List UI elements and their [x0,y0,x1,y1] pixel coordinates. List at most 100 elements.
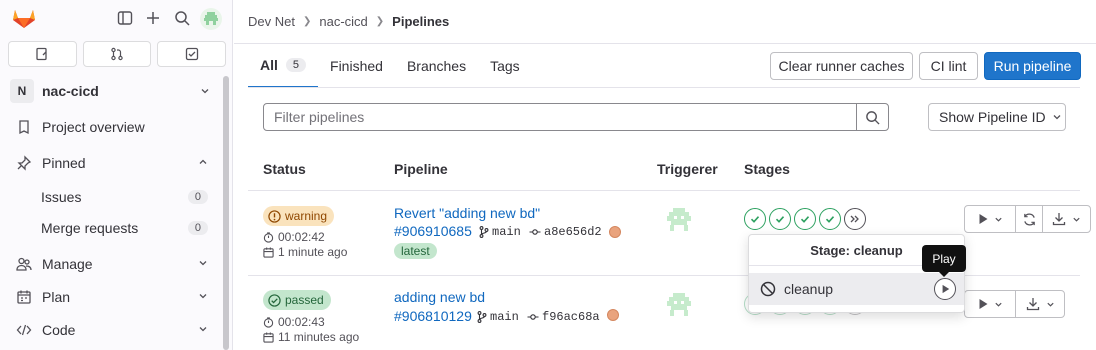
filter-search-button[interactable] [856,104,888,130]
commit-author-avatar[interactable] [609,226,621,238]
search-icon [866,110,880,125]
calendar-icon [263,246,274,258]
finished-text: 11 minutes ago [278,330,360,344]
pipeline-title-link[interactable]: adding new bd [394,289,485,305]
stage-status-icon[interactable] [744,208,766,230]
sidebar-toggle-icon[interactable] [117,10,133,29]
commit-ref[interactable]: f96ac68a [527,310,600,324]
stage-job-item[interactable]: cleanup [749,273,964,305]
status-label: warning [285,209,328,223]
left-sidebar: N nac-cicd Project overview Pinned Issue… [0,0,233,350]
project-switcher[interactable]: N nac-cicd [8,78,218,104]
chevron-right-icon: ❯ [302,16,312,27]
chevron-up-icon [198,157,208,170]
run-pipeline-button[interactable]: Run pipeline [984,52,1081,80]
play-icon [979,214,987,224]
tab-tags[interactable]: Tags [478,44,532,88]
download-artifacts-dropdown[interactable] [1043,206,1090,232]
sidebar-item-label: Merge requests [41,220,139,236]
project-icon [16,119,32,135]
chevron-down-icon [994,302,1002,307]
chevron-down-icon [198,291,208,304]
sidebar-item-pinned[interactable]: Pinned [0,149,222,177]
sidebar-item-plan[interactable]: Plan [0,283,222,311]
sidebar-item-project-overview[interactable]: Project overview [0,113,222,141]
column-header: Triggerer [657,161,718,177]
status-badge[interactable]: passed [263,290,331,310]
play-icon [942,284,949,294]
merge-request-icon [111,47,123,61]
commit-icon [527,314,539,320]
tab-branches[interactable]: Branches [395,44,478,88]
tab-all[interactable]: All 5 [248,44,319,88]
download-icon [1026,298,1039,311]
triggerer-avatar[interactable] [664,207,694,233]
pipeline-id-link[interactable]: #906910685 [394,223,472,239]
count-badge: 5 [285,58,307,72]
triggerer-avatar[interactable] [664,292,694,318]
branch-icon [477,311,487,323]
sidebar-item-manage[interactable]: Manage [0,250,222,278]
commit-ref[interactable]: a8e656d2 [529,225,602,239]
issues-icon [36,47,47,61]
play-icon [979,299,987,309]
retry-button[interactable] [1016,206,1043,232]
show-pipeline-id-dropdown[interactable]: Show Pipeline ID [928,103,1066,131]
manual-jobs-dropdown[interactable] [965,206,1016,232]
warning-icon [268,209,281,223]
breadcrumb: Dev Net ❯ nac-cicd ❯ Pipelines [234,0,1096,44]
tab-finished[interactable]: Finished [318,44,395,88]
stage-status-icon[interactable] [819,208,841,230]
chevron-right-icon: ❯ [375,16,385,27]
code-icon [16,322,32,338]
sidebar-item-label: Manage [42,256,93,272]
user-avatar-icon[interactable] [200,8,222,33]
create-new-icon[interactable] [145,10,161,29]
sidebar-scrollbar[interactable] [223,76,229,350]
timer-icon [263,231,274,243]
pipeline-id-link[interactable]: #906810129 [394,308,472,324]
sidebar-item-label: Plan [42,289,71,305]
stage-status-icon[interactable] [769,208,791,230]
branch-ref[interactable]: main [477,310,519,324]
download-artifacts-dropdown[interactable] [1016,291,1064,317]
job-name: cleanup [784,281,834,297]
sidebar-item-merge-requests[interactable]: Merge requests 0 [0,214,222,242]
play-job-button[interactable] [934,278,956,300]
check-icon [825,216,835,223]
users-icon [16,256,32,272]
branch-name: main [490,310,519,324]
branch-name: main [492,225,521,239]
breadcrumb-item[interactable]: Dev Net [248,14,295,29]
project-name: nac-cicd [42,83,99,99]
breadcrumb-item[interactable]: nac-cicd [319,14,367,29]
status-badge[interactable]: warning [263,206,335,226]
branch-ref[interactable]: main [479,225,521,239]
manual-jobs-dropdown[interactable] [965,291,1016,317]
sidebar-item-issues[interactable]: Issues 0 [0,183,222,211]
merge-requests-tab[interactable] [82,41,152,67]
chevron-down-icon [200,83,210,99]
pipeline-title-link[interactable]: Revert "adding new bd" [394,205,540,221]
ci-lint-button[interactable]: CI lint [919,52,978,80]
check-circle-icon [268,293,281,307]
stage-status-icon[interactable] [844,208,866,230]
clear-runner-caches-button[interactable]: Clear runner caches [770,52,913,80]
duration: 00:02:43 [263,315,325,329]
search-icon[interactable] [174,10,190,29]
chevron-down-icon [198,324,208,337]
breadcrumb-current[interactable]: Pipelines [392,14,449,29]
commit-author-avatar[interactable] [607,309,619,321]
tab-label: All [260,57,278,73]
filter-pipelines-input[interactable] [264,104,856,130]
stage-status-icon[interactable] [794,208,816,230]
gitlab-logo-icon[interactable] [12,7,36,32]
sidebar-item-code[interactable]: Code [0,316,222,344]
retry-icon [1023,212,1035,226]
sidebar-context-tabs [8,41,227,67]
sidebar-item-label: Issues [41,189,82,205]
issues-tab[interactable] [8,41,77,67]
todos-tab[interactable] [157,41,227,67]
commit-icon [529,229,541,235]
chevron-down-icon [1053,115,1061,120]
